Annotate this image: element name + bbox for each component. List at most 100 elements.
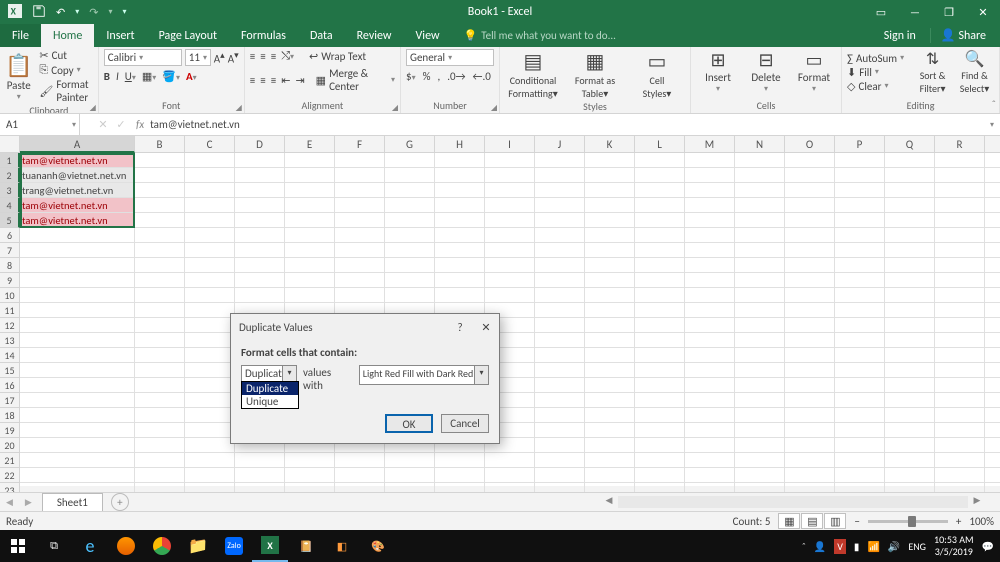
- cell[interactable]: [485, 213, 535, 228]
- cell[interactable]: [185, 213, 235, 228]
- cell[interactable]: [385, 258, 435, 273]
- row-header[interactable]: 14: [0, 348, 20, 363]
- cell[interactable]: [935, 243, 985, 258]
- cell[interactable]: [135, 363, 185, 378]
- row-header[interactable]: 3: [0, 183, 20, 198]
- cell[interactable]: [335, 198, 385, 213]
- cell[interactable]: [835, 258, 885, 273]
- cell[interactable]: [635, 243, 685, 258]
- cell[interactable]: [985, 183, 1000, 198]
- cell[interactable]: [185, 288, 235, 303]
- cell[interactable]: [20, 408, 135, 423]
- cell[interactable]: [835, 213, 885, 228]
- cell[interactable]: [885, 273, 935, 288]
- cell[interactable]: [985, 468, 1000, 483]
- row-header[interactable]: 7: [0, 243, 20, 258]
- border-button[interactable]: ▦▾: [142, 70, 156, 83]
- fill-color-button[interactable]: 🪣▾: [162, 70, 180, 83]
- cell[interactable]: [135, 228, 185, 243]
- dialog-close-button[interactable]: ✕: [473, 321, 499, 334]
- cell[interactable]: [685, 438, 735, 453]
- cell[interactable]: [835, 333, 885, 348]
- cell[interactable]: [135, 348, 185, 363]
- cell[interactable]: [235, 258, 285, 273]
- cell[interactable]: [785, 348, 835, 363]
- column-header[interactable]: I: [485, 136, 535, 153]
- row-header[interactable]: 10: [0, 288, 20, 303]
- cell[interactable]: [785, 363, 835, 378]
- increase-indent-button[interactable]: ⇥: [295, 74, 304, 87]
- cell[interactable]: [585, 213, 635, 228]
- dialog-option-unique[interactable]: Unique: [242, 395, 298, 408]
- cell[interactable]: [235, 183, 285, 198]
- cell[interactable]: [285, 228, 335, 243]
- cell[interactable]: [685, 288, 735, 303]
- cell[interactable]: [735, 168, 785, 183]
- cell[interactable]: [685, 243, 735, 258]
- row-header[interactable]: 12: [0, 318, 20, 333]
- cell[interactable]: [135, 468, 185, 483]
- cell[interactable]: [835, 438, 885, 453]
- merge-center-button[interactable]: ▦ Merge & Center ▾: [316, 67, 395, 93]
- cell[interactable]: [985, 153, 1000, 168]
- cell[interactable]: [935, 288, 985, 303]
- cell[interactable]: [735, 303, 785, 318]
- insert-cells-button[interactable]: ⊞Insert▾: [696, 49, 740, 94]
- row-header[interactable]: 4: [0, 198, 20, 213]
- cell[interactable]: [485, 258, 535, 273]
- sheet-nav-prev-icon[interactable]: ◀: [0, 497, 19, 508]
- cell[interactable]: [985, 213, 1000, 228]
- cell[interactable]: [535, 183, 585, 198]
- tell-me[interactable]: 💡 Tell me what you want to do...: [452, 24, 628, 47]
- cell[interactable]: [835, 303, 885, 318]
- cell[interactable]: [785, 318, 835, 333]
- cell[interactable]: [985, 333, 1000, 348]
- cell[interactable]: [20, 348, 135, 363]
- cell[interactable]: [885, 303, 935, 318]
- sheet-tab[interactable]: Sheet1: [42, 493, 103, 511]
- cell[interactable]: [685, 348, 735, 363]
- cell[interactable]: [235, 468, 285, 483]
- row-header[interactable]: 5: [0, 213, 20, 228]
- share-button[interactable]: 👤 Share: [930, 28, 996, 43]
- redo-icon[interactable]: ↷: [89, 6, 98, 19]
- cell[interactable]: [535, 288, 585, 303]
- cell[interactable]: [185, 228, 235, 243]
- cell[interactable]: [135, 303, 185, 318]
- cell[interactable]: [535, 273, 585, 288]
- cell[interactable]: [585, 303, 635, 318]
- tray-clock[interactable]: 10:53 AM 3/5/2019: [934, 534, 974, 558]
- tab-file[interactable]: File: [0, 24, 41, 47]
- cell[interactable]: [585, 153, 635, 168]
- cell[interactable]: [335, 288, 385, 303]
- cell[interactable]: [535, 258, 585, 273]
- cell[interactable]: [185, 318, 235, 333]
- cell[interactable]: [985, 288, 1000, 303]
- cell[interactable]: [185, 273, 235, 288]
- cell[interactable]: [535, 228, 585, 243]
- cell[interactable]: [785, 168, 835, 183]
- cell[interactable]: [885, 183, 935, 198]
- column-header[interactable]: C: [185, 136, 235, 153]
- cell[interactable]: [335, 183, 385, 198]
- cell[interactable]: [935, 228, 985, 243]
- formula-input[interactable]: tam@vietnet.net.vn: [150, 118, 240, 131]
- cell[interactable]: [285, 198, 335, 213]
- cell[interactable]: [785, 198, 835, 213]
- format-cells-button[interactable]: ▭Format▾: [792, 49, 836, 94]
- format-as-table-button[interactable]: ▦Format asTable▾: [567, 49, 623, 100]
- cell[interactable]: [785, 393, 835, 408]
- cell[interactable]: [435, 273, 485, 288]
- cell[interactable]: [785, 303, 835, 318]
- cell[interactable]: [335, 258, 385, 273]
- cell[interactable]: [735, 273, 785, 288]
- cell[interactable]: [135, 198, 185, 213]
- cell[interactable]: [535, 393, 585, 408]
- cell[interactable]: [20, 303, 135, 318]
- cell[interactable]: [785, 468, 835, 483]
- enter-entry-icon[interactable]: ✓: [112, 118, 130, 131]
- fx-icon[interactable]: fx: [136, 118, 144, 131]
- paste-button[interactable]: 📋 Paste ▾: [5, 52, 32, 102]
- zoom-slider[interactable]: [868, 520, 948, 523]
- cell[interactable]: [885, 228, 935, 243]
